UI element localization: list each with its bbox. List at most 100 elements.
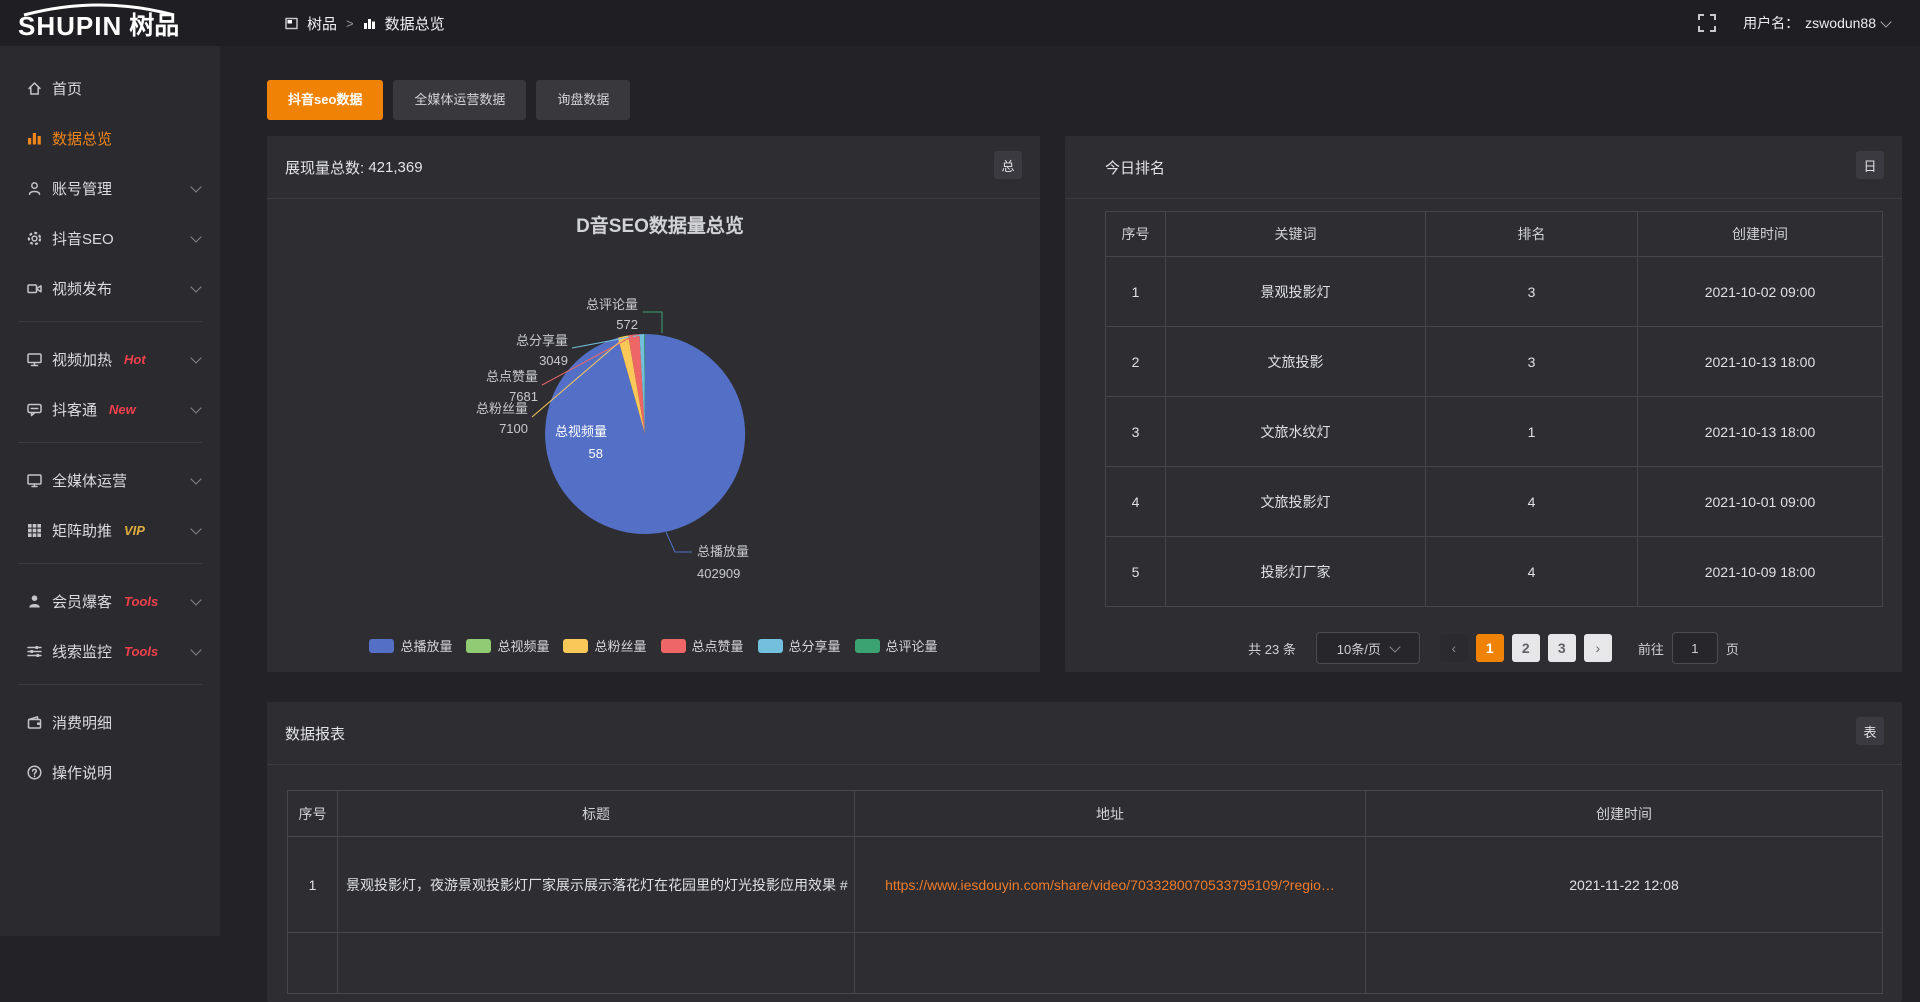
legend-item[interactable]: 总视频量 [466,636,549,655]
data-report-panel: 数据报表 表 序号 标题 地址 创建时间 1 景观投影灯，夜游景观投影灯厂家展示… [267,702,1902,1002]
breadcrumb-current: 数据总览 [385,13,445,34]
cell-rank: 4 [1426,467,1638,537]
sidebar-item-matrix-boost[interactable]: 矩阵助推 VIP [0,505,220,555]
cell-created: 2021-11-22 12:08 [1366,837,1883,933]
bar-chart-icon [363,17,376,30]
sidebar-item-operation-guide[interactable]: 操作说明 [0,747,220,797]
page-button-3[interactable]: 3 [1548,634,1576,662]
cutoff-row [338,933,855,994]
daily-view-button[interactable]: 日 [1856,151,1884,179]
tab-douyin-seo-data[interactable]: 抖音seo数据 [267,80,383,120]
person-icon [26,593,43,610]
sidebar-item-label: 矩阵助推 [52,520,112,541]
app-logo[interactable]: SHUPIN 树品 [18,2,179,44]
column-header: 创建时间 [1366,791,1883,837]
sidebar-item-media-operation[interactable]: 全媒体运营 [0,455,220,505]
page-button-1[interactable]: 1 [1476,634,1504,662]
goto-page-input[interactable] [1672,632,1718,664]
cutoff-row [855,933,1366,994]
sidebar-item-consumption-detail[interactable]: 消费明细 [0,697,220,747]
sidebar: 首页 数据总览 账号管理 抖音SEO 视频发布 视频加热 Hot 抖客通 New… [0,46,220,936]
hot-badge: Hot [124,352,146,367]
column-header: 序号 [1106,212,1166,257]
panel-header: 展现量总数: 421,369 总 [267,136,1040,198]
cell-rank: 4 [1426,537,1638,607]
chevron-down-icon [190,402,201,413]
video-link[interactable]: https://www.iesdouyin.com/share/video/70… [885,877,1335,893]
pie-value-fans: 7100 [499,421,528,436]
sidebar-item-clue-monitor[interactable]: 线索监控 Tools [0,626,220,676]
new-badge: New [109,402,136,417]
column-header: 关键词 [1166,212,1426,257]
pie-value-shares: 3049 [539,353,568,368]
table-view-button[interactable]: 表 [1856,717,1884,745]
sidebar-item-label: 线索监控 [52,641,112,662]
breadcrumb-root[interactable]: 树品 [307,13,337,34]
cell-keyword: 文旅投影 [1166,327,1426,397]
pie-label-likes: 总点赞量 [486,369,538,384]
cutoff-row [288,933,338,994]
cell-url: https://www.iesdouyin.com/share/video/70… [855,837,1366,933]
label-line-comments [643,312,662,333]
sidebar-item-label: 会员爆客 [52,591,112,612]
cell-no: 5 [1106,537,1166,607]
legend-item[interactable]: 总点赞量 [661,636,744,655]
legend-item[interactable]: 总评论量 [855,636,938,655]
sidebar-item-label: 消费明细 [52,712,112,733]
home-icon [26,80,43,97]
pie-label-fans: 总粉丝量 [476,401,528,416]
cell-rank: 1 [1426,397,1638,467]
tab-inquiry-data[interactable]: 询盘数据 [536,80,630,120]
pagination-total: 共 23 条 [1248,639,1296,658]
sidebar-divider [18,563,202,564]
sidebar-item-label: 账号管理 [52,178,112,199]
pie-label-play: 总播放量 [697,544,749,559]
sidebar-item-member-marketing[interactable]: 会员爆客 Tools [0,576,220,626]
cell-rank: 3 [1426,257,1638,327]
cell-created: 2021-10-13 18:00 [1638,397,1883,467]
impressions-total: 展现量总数: 421,369 [285,136,423,198]
today-ranking-panel: 今日排名 日 序号 关键词 排名 创建时间 1 景观投影灯 3 2021-10-… [1065,136,1902,672]
legend-item[interactable]: 总粉丝量 [563,636,646,655]
chevron-down-icon [190,523,201,534]
legend-label: 总分享量 [789,636,841,655]
cell-no: 1 [1106,257,1166,327]
next-page-button[interactable]: › [1584,634,1612,662]
total-view-button[interactable]: 总 [994,151,1022,179]
panel-title: 数据报表 [285,702,345,764]
prev-page-button[interactable]: ‹ [1440,634,1468,662]
tab-media-operation-data[interactable]: 全媒体运营数据 [393,80,526,120]
page-button-2[interactable]: 2 [1512,634,1540,662]
sidebar-item-label: 视频加热 [52,349,112,370]
page-size-select[interactable]: 10条/页 [1316,632,1420,664]
sidebar-divider [18,684,202,685]
tools-badge: Tools [124,594,158,609]
cell-keyword: 文旅水纹灯 [1166,397,1426,467]
legend-label: 总点赞量 [692,636,744,655]
sidebar-divider [18,442,202,443]
cell-title: 景观投影灯，夜游景观投影灯厂家展示展示落花灯在花园里的灯光投影应用效果 # [338,837,855,933]
divider [267,198,1040,199]
user-menu[interactable]: 用户名： zswodun88 [1743,13,1890,33]
legend-item[interactable]: 总播放量 [369,636,452,655]
sidebar-item-doukeotong[interactable]: 抖客通 New [0,384,220,434]
legend-item[interactable]: 总分享量 [758,636,841,655]
sidebar-item-video-publish[interactable]: 视频发布 [0,263,220,313]
sidebar-item-douyin-seo[interactable]: 抖音SEO [0,213,220,263]
pie-label-comments: 总评论量 [586,297,638,312]
pie-value-play: 402909 [697,566,740,581]
page-size-value: 10条/页 [1337,639,1381,658]
sidebar-item-account-management[interactable]: 账号管理 [0,163,220,213]
chat-bubble-icon [26,401,43,418]
report-table: 序号 标题 地址 创建时间 1 景观投影灯，夜游景观投影灯厂家展示展示落花灯在花… [287,790,1883,994]
sidebar-item-video-heating[interactable]: 视频加热 Hot [0,334,220,384]
sidebar-item-data-overview[interactable]: 数据总览 [0,113,220,163]
impressions-total-label: 展现量总数: [285,157,364,178]
sidebar-item-label: 首页 [52,78,82,99]
window-icon [285,17,298,30]
sliders-icon [26,643,43,660]
vip-badge: VIP [124,523,145,538]
fullscreen-icon[interactable] [1697,13,1717,33]
cell-keyword: 投影灯厂家 [1166,537,1426,607]
sidebar-item-home[interactable]: 首页 [0,63,220,113]
